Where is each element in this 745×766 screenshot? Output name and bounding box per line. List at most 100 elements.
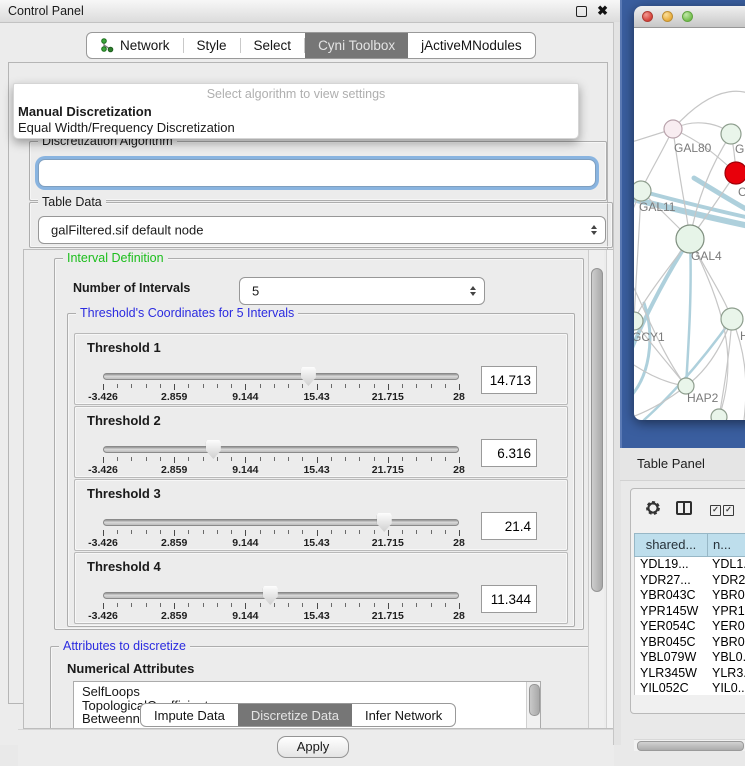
table-cell[interactable]: YER054C [635,619,708,635]
slider-tick-label: 15.43 [303,537,329,549]
tab-discretize-data[interactable]: Discretize Data [238,704,352,726]
network-node[interactable] [721,308,743,330]
table-row[interactable]: YBL079WYBL0... [635,650,745,666]
table-cell[interactable]: YPR145W [635,604,708,620]
apply-button[interactable]: Apply [277,736,349,758]
table-cell[interactable]: YBR045C [635,635,708,651]
threshold-slider-thumb[interactable] [206,440,221,459]
slider-tick [359,384,360,388]
scrollbar-thumb[interactable] [637,741,744,751]
checkbox-icon[interactable]: ✓ [710,505,721,516]
slider-tick [288,457,289,461]
table-cell[interactable]: YDL19... [635,557,708,573]
network-window-titlebar[interactable] [634,6,745,28]
number-of-intervals-combobox[interactable]: 5 [239,277,485,305]
slider-tick [331,530,332,534]
table-cell[interactable]: YLR3... [708,666,745,682]
slider-tick [317,384,318,390]
table-cell[interactable]: YLR345W [635,666,708,682]
slider-tick [217,530,218,534]
slider-tick [374,457,375,461]
table-cell[interactable]: YBR043C [635,588,708,604]
attributes-list-scrollbar[interactable] [526,682,540,729]
table-panel-title: Table Panel [637,456,705,471]
threshold-value-field[interactable] [481,439,537,467]
slider-tick [217,603,218,607]
tab-select[interactable]: Select [241,33,305,58]
table-row[interactable]: YLR345WYLR3... [635,666,745,682]
table-row[interactable]: YPR145WYPR1... [635,604,745,620]
table-cell[interactable]: YBR0... [708,635,745,651]
mac-zoom-button[interactable] [682,11,693,22]
tab-network[interactable]: Network [87,33,183,58]
network-node[interactable] [664,120,682,138]
table-cell[interactable]: YPR1... [708,604,745,620]
attribute-item[interactable]: SelfLoops [74,682,540,699]
slider-tick [160,384,161,388]
slider-tick [431,457,432,461]
slider-tick [459,384,460,390]
table-cell[interactable]: YIL052C [635,681,708,695]
table-row[interactable]: YBR045CYBR0... [635,635,745,651]
network-node[interactable] [725,162,745,184]
network-node[interactable] [634,181,651,201]
slider-tick [188,457,189,461]
slider-tick-label: 15.43 [303,464,329,476]
threshold-value-field[interactable] [481,366,537,394]
tab-cyni-toolbox[interactable]: Cyni Toolbox [305,33,408,58]
slider-tick [302,603,303,607]
table-row[interactable]: YDR27...YDR2... [635,573,745,589]
threshold-slider-track[interactable] [103,446,459,453]
table-row[interactable]: YBR043CYBR0... [635,588,745,604]
settings-vertical-scrollbar[interactable] [588,250,604,728]
network-node[interactable] [721,124,741,144]
threshold-value-field[interactable] [481,512,537,540]
table-cell[interactable]: YBR0... [708,588,745,604]
network-view-window: GAL80GCGAL11GAL4GCY1HHAP2 [634,6,745,420]
columns-icon[interactable] [676,501,692,515]
gear-icon[interactable] [644,499,662,517]
slider-tick [416,603,417,607]
slider-tick [288,384,289,388]
algorithm-combobox[interactable] [38,159,596,187]
scrollbar-thumb[interactable] [529,684,540,716]
table-cell[interactable]: YBL0... [708,650,745,666]
scrollbar-thumb[interactable] [591,268,603,592]
threshold-slider-track[interactable] [103,519,459,526]
tab-infer-network[interactable]: Infer Network [352,704,455,726]
tab-style[interactable]: Style [184,33,240,58]
column-header-name[interactable]: n... [708,534,745,556]
tab-jactivemnodules[interactable]: jActiveMNodules [408,33,535,58]
network-node[interactable] [711,409,727,420]
network-canvas[interactable]: GAL80GCGAL11GAL4GCY1HHAP2 [634,28,745,420]
threshold-slider-track[interactable] [103,373,459,380]
table-row[interactable]: YER054CYER0... [635,619,745,635]
table-cell[interactable]: YDL1... [708,557,745,573]
threshold-slider-thumb[interactable] [263,586,278,605]
mac-close-button[interactable] [642,11,653,22]
table-data-combobox[interactable]: galFiltered.sif default node [38,216,606,244]
dropdown-option-manual-discretization[interactable]: Manual Discretization [17,104,575,119]
dropdown-option-equal-width-frequency[interactable]: Equal Width/Frequency Discretization [17,120,575,135]
slider-tick [331,457,332,461]
slider-tick-label: 21.715 [372,391,404,403]
tab-impute-data[interactable]: Impute Data [141,704,238,726]
table-horizontal-scrollbar[interactable] [634,739,745,751]
checkbox-icon[interactable]: ✓ [723,505,734,516]
threshold-slider-thumb[interactable] [377,513,392,532]
table-cell[interactable]: YBL079W [635,650,708,666]
table-cell[interactable]: YER0... [708,619,745,635]
table-cell[interactable]: YDR27... [635,573,708,589]
float-window-icon[interactable] [576,6,587,17]
mac-minimize-button[interactable] [662,11,673,22]
tab-label: Select [254,38,292,53]
threshold-value-field[interactable] [481,585,537,613]
threshold-slider-track[interactable] [103,592,459,599]
table-row[interactable]: YIL052CYIL0... [635,681,745,695]
close-icon[interactable]: ✖ [597,2,608,20]
slider-tick [131,603,132,607]
table-cell[interactable]: YDR2... [708,573,745,589]
table-cell[interactable]: YIL0... [708,681,745,695]
table-row[interactable]: YDL19...YDL1... [635,557,745,573]
column-header-shared-name[interactable]: shared... [635,534,708,556]
